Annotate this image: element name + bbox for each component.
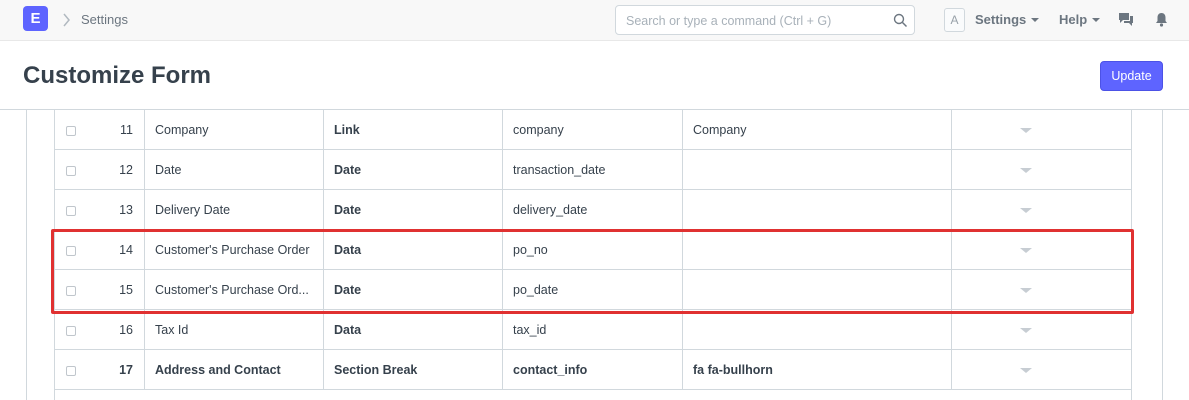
row-checkbox[interactable] — [66, 166, 76, 176]
table-row[interactable]: 13 Delivery Date Date delivery_date — [55, 190, 1131, 230]
column-divider — [682, 310, 683, 350]
field-name[interactable]: transaction_date — [513, 150, 678, 190]
row-index: 17 — [119, 363, 133, 377]
field-label[interactable]: Company — [155, 110, 320, 150]
caret-down-icon — [1092, 18, 1101, 22]
column-divider — [502, 350, 503, 390]
row-index: 16 — [119, 323, 133, 337]
search-placeholder: Search or type a command (Ctrl + G) — [626, 14, 832, 28]
chevron-right-icon — [63, 13, 70, 27]
column-divider — [323, 110, 324, 150]
column-divider — [144, 110, 145, 150]
page-title: Customize Form — [23, 62, 212, 89]
navbar: E Settings Search or type a command (Ctr… — [0, 0, 1189, 41]
column-divider — [682, 190, 683, 230]
column-divider — [144, 190, 145, 230]
caret-down-icon — [1031, 18, 1040, 22]
field-type[interactable]: Date — [334, 150, 499, 190]
row-dropdown-icon[interactable] — [1020, 368, 1032, 373]
row-checkbox[interactable] — [66, 366, 76, 376]
field-label[interactable]: Tax Id — [155, 310, 320, 350]
row-index: 11 — [120, 123, 133, 137]
row-checkbox[interactable] — [66, 326, 76, 336]
field-options[interactable] — [693, 150, 943, 190]
notification-bell-icon[interactable] — [1155, 12, 1168, 27]
field-label[interactable]: Date — [155, 150, 320, 190]
column-divider — [323, 150, 324, 190]
table-row[interactable]: 17 Address and Contact Section Break con… — [55, 350, 1131, 390]
app-logo[interactable]: E — [23, 6, 48, 31]
field-name[interactable]: company — [513, 110, 678, 150]
column-divider — [323, 190, 324, 230]
column-divider — [951, 190, 952, 230]
table-row[interactable]: 12 Date Date transaction_date — [55, 150, 1131, 190]
settings-menu[interactable]: Settings — [975, 12, 1040, 27]
row-dropdown-icon[interactable] — [1020, 168, 1032, 173]
row-index: 13 — [119, 203, 133, 217]
column-divider — [951, 110, 952, 150]
search-icon — [893, 13, 908, 28]
column-divider — [951, 350, 952, 390]
row-dropdown-icon[interactable] — [1020, 328, 1032, 333]
column-divider — [144, 350, 145, 390]
field-name[interactable]: delivery_date — [513, 190, 678, 230]
field-label[interactable]: Delivery Date — [155, 190, 320, 230]
field-type[interactable]: Date — [334, 190, 499, 230]
field-options[interactable] — [693, 190, 943, 230]
column-divider — [144, 310, 145, 350]
row-dropdown-icon[interactable] — [1020, 208, 1032, 213]
breadcrumb-settings[interactable]: Settings — [81, 12, 128, 27]
column-divider — [502, 190, 503, 230]
field-options[interactable]: Company — [693, 110, 943, 150]
field-options[interactable]: fa fa-bullhorn — [693, 350, 943, 390]
field-type[interactable]: Data — [334, 310, 499, 350]
search-input[interactable]: Search or type a command (Ctrl + G) — [615, 5, 915, 35]
field-name[interactable]: contact_info — [513, 350, 678, 390]
column-divider — [682, 110, 683, 150]
field-label[interactable]: Address and Contact — [155, 350, 320, 390]
column-divider — [502, 310, 503, 350]
column-divider — [323, 350, 324, 390]
field-options[interactable] — [693, 310, 943, 350]
row-dropdown-icon[interactable] — [1020, 128, 1032, 133]
update-button[interactable]: Update — [1100, 61, 1163, 91]
column-divider — [323, 310, 324, 350]
column-divider — [502, 150, 503, 190]
column-divider — [502, 110, 503, 150]
settings-menu-label: Settings — [975, 12, 1027, 27]
table-row[interactable]: 11 Company Link company Company — [55, 110, 1131, 150]
help-menu-label: Help — [1059, 12, 1088, 27]
column-divider — [951, 150, 952, 190]
field-type[interactable]: Section Break — [334, 350, 499, 390]
column-divider — [682, 150, 683, 190]
row-checkbox[interactable] — [66, 126, 76, 136]
avatar[interactable]: A — [944, 8, 965, 32]
column-divider — [951, 310, 952, 350]
chat-icon[interactable] — [1118, 12, 1134, 27]
field-name[interactable]: tax_id — [513, 310, 678, 350]
help-menu[interactable]: Help — [1059, 12, 1101, 27]
table-row[interactable]: 16 Tax Id Data tax_id — [55, 310, 1131, 350]
column-divider — [682, 350, 683, 390]
row-index: 12 — [119, 163, 133, 177]
highlight-box — [51, 229, 1134, 314]
field-type[interactable]: Link — [334, 110, 499, 150]
row-checkbox[interactable] — [66, 206, 76, 216]
column-divider — [144, 150, 145, 190]
